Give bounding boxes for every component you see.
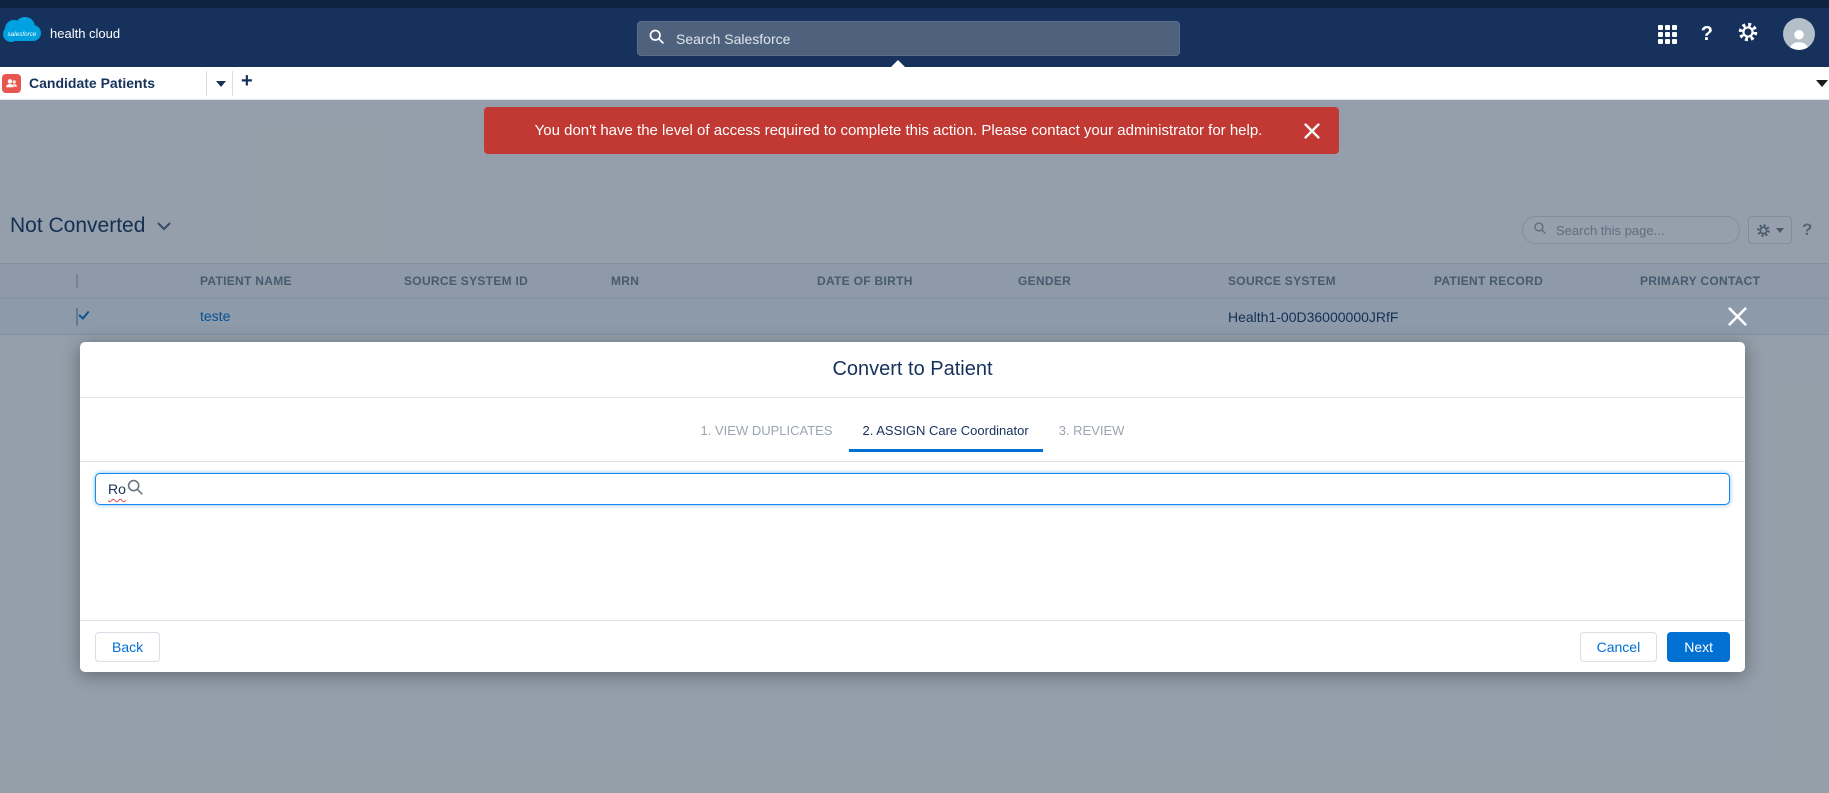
app-name-label: health cloud [50,26,121,41]
tab-divider [232,71,233,96]
global-navigation-bar: salesforce health cloud ? [0,0,1829,67]
app-window: salesforce health cloud ? [0,0,1829,793]
tabbar-overflow-chevron-icon[interactable] [1816,80,1828,87]
tab-dropdown-chevron-icon[interactable] [216,81,226,87]
cancel-button[interactable]: Cancel [1579,631,1658,662]
step-tab-review[interactable]: 3. REVIEW [1045,423,1139,452]
global-search-input[interactable] [674,29,1169,48]
window-top-strip [0,0,1829,8]
modal-body: Ro [80,462,1745,620]
search-popover-caret [891,60,905,67]
setup-gear-icon[interactable] [1737,21,1759,48]
tab-label: Candidate Patients [29,75,156,91]
error-toast-message: You don't have the level of access requi… [534,122,1263,139]
modal-close-icon[interactable] [1724,303,1751,330]
search-icon [648,28,665,50]
tab-candidate-patients[interactable]: Candidate Patients [0,67,155,99]
salesforce-logo-icon: salesforce [2,17,42,50]
error-toast: You don't have the level of access requi… [484,107,1339,154]
global-search-box [637,21,1180,56]
step-tab-view-duplicates[interactable]: 1. VIEW DUPLICATES [687,423,847,452]
tab-divider [206,71,207,96]
modal-header: Convert to Patient [80,342,1745,398]
back-button[interactable]: Back [95,631,161,662]
care-coordinator-search-input[interactable]: Ro [95,473,1730,505]
user-avatar[interactable] [1783,18,1815,50]
modal-title: Convert to Patient [832,358,993,380]
svg-text:salesforce: salesforce [8,31,37,38]
toast-close-icon[interactable] [1301,120,1323,142]
convert-to-patient-modal: Convert to Patient 1. VIEW DUPLICATES 2.… [80,342,1745,672]
care-coordinator-search-value: Ro [108,481,126,497]
step-tab-assign-care-coordinator[interactable]: 2. ASSIGN Care Coordinator [848,423,1043,452]
app-launcher-icon[interactable] [1657,24,1677,44]
workspace-tab-bar: Candidate Patients + [0,67,1829,100]
candidate-patients-object-icon [2,73,21,93]
help-icon[interactable]: ? [1701,24,1713,44]
modal-step-tabs: 1. VIEW DUPLICATES 2. ASSIGN Care Coordi… [80,398,1745,462]
next-button[interactable]: Next [1667,631,1730,662]
modal-footer: Back Cancel Next [80,620,1745,672]
add-tab-plus-icon[interactable]: + [241,70,253,93]
search-icon [126,478,144,501]
